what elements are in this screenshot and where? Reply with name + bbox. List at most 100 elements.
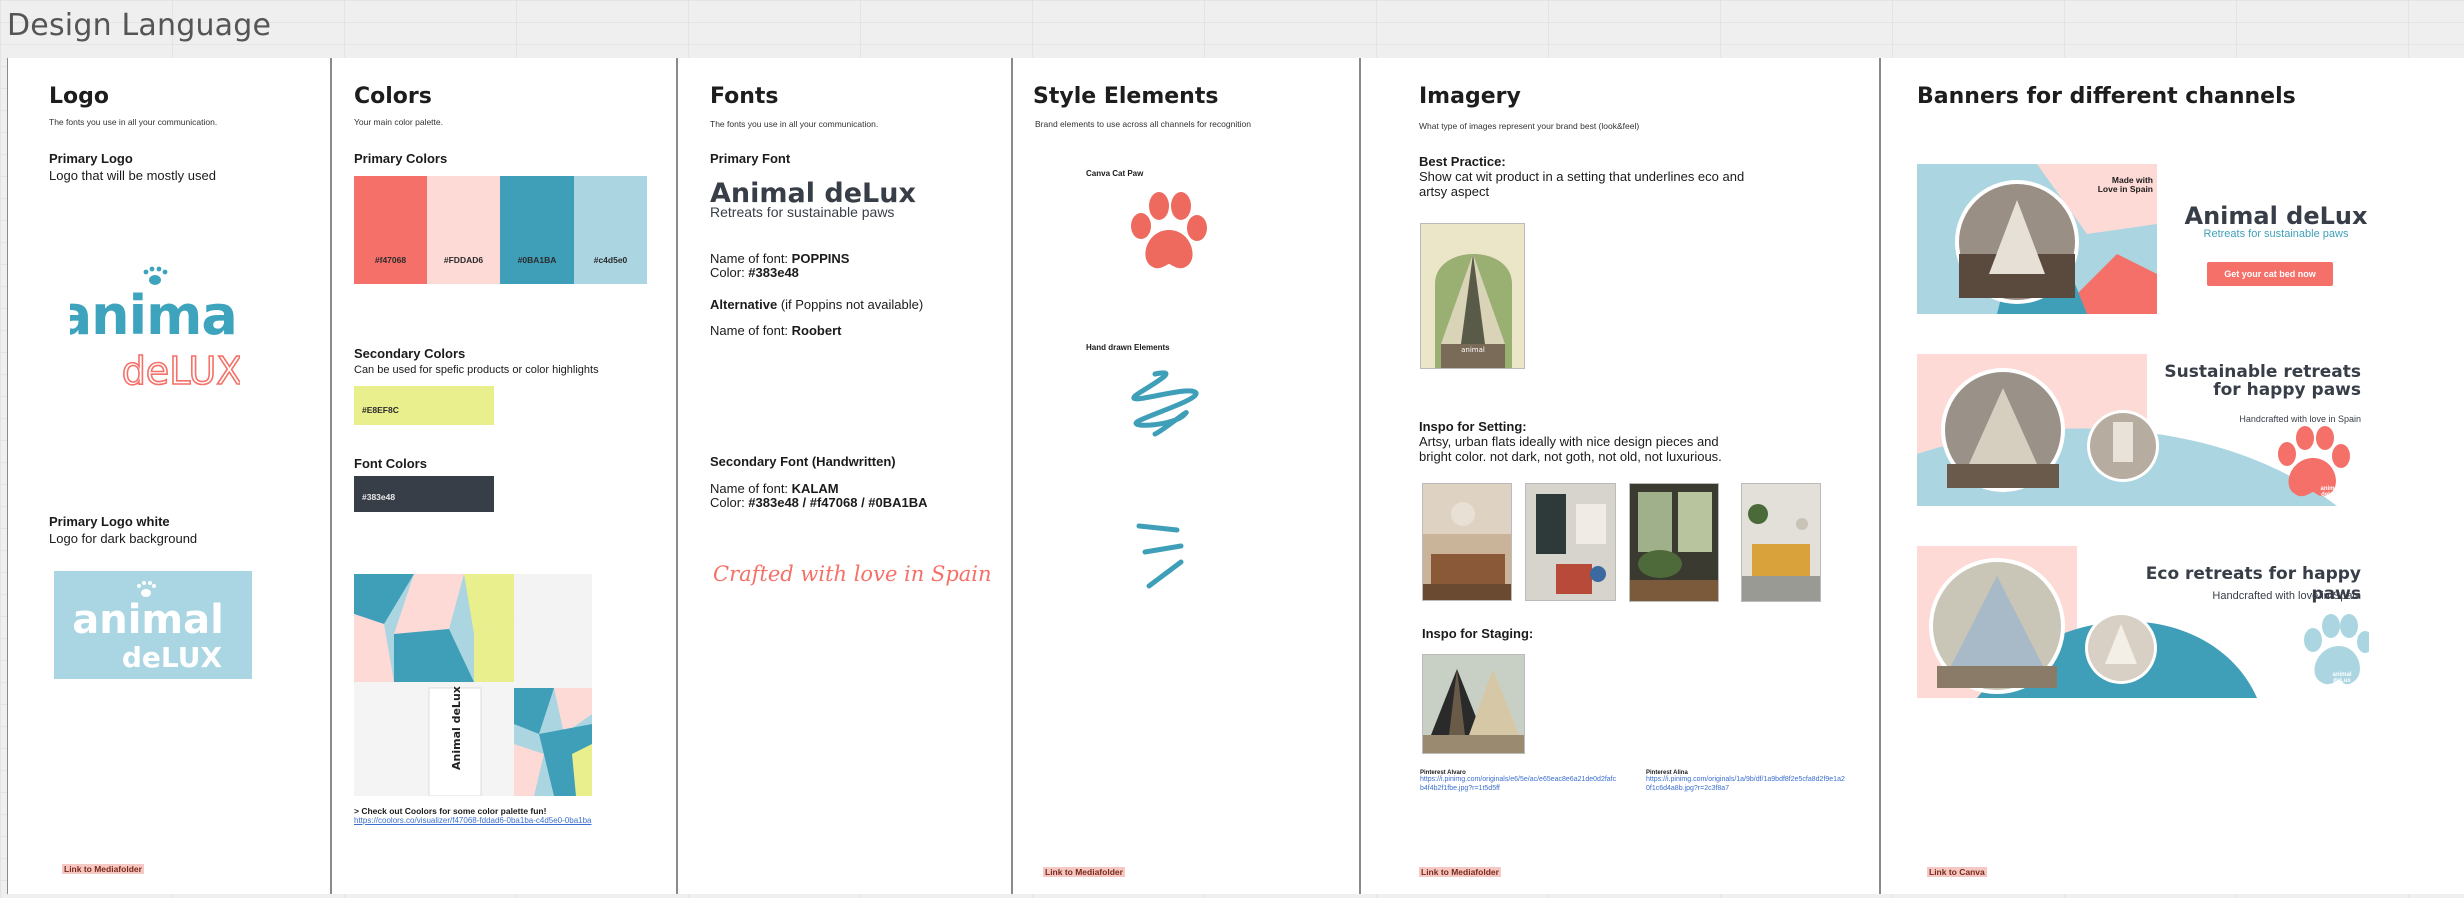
colors-panel[interactable]: Colors Your main color palette. Primary … [331,58,677,894]
pattern-mockups[interactable]: Animal deLux [354,574,592,797]
banners-canva-link[interactable]: Link to Canva [1927,867,1987,877]
setting-heading: Inspo for Setting: [1419,419,1527,434]
staging-photo-image [1423,655,1524,753]
swatch-pink[interactable]: #FDDAD6 [427,176,500,284]
banners-panel[interactable]: Banners for different channels Made with… [1880,58,2464,894]
primary-logo-image: animal deLUX [56,266,255,394]
white-logo-delux: deLUX [122,641,223,674]
banner-2[interactable]: Sustainable retreats for happy paws Hand… [1917,354,2369,506]
style-mediafolder-link[interactable]: Link to Mediafolder [1043,867,1125,877]
banner-3-sub: Handcrafted with love in Spain [2212,590,2361,602]
imagery-subtitle: What type of images represent your brand… [1419,121,1640,131]
imagery-mediafolder-link[interactable]: Link to Mediafolder [1419,867,1501,877]
banner-1-title: Animal deLux [2184,202,2368,230]
banner-3[interactable]: Eco retreats for happy paws Handcrafted … [1917,546,2369,698]
font-colors-heading: Font Colors [354,456,427,471]
staging-photo[interactable] [1422,654,1525,754]
setting-photo-2[interactable] [1525,483,1616,601]
banner-3-badge: animal deLux [2332,672,2352,684]
white-logo-heading: Primary Logo white [49,514,170,529]
cat-paw-icon[interactable] [1121,188,1217,284]
white-logo-animal: animal [72,597,224,643]
colors-subtitle: Your main color palette. [354,117,443,127]
white-logo[interactable]: animal deLUX [54,571,252,679]
paw-label: Canva Cat Paw [1086,169,1144,178]
pattern-mockup-image: Animal deLux [354,574,592,797]
setting-desc: Artsy, urban flats ideally with nice des… [1419,434,1722,464]
logo-mediafolder-link[interactable]: Link to Mediafolder [62,864,144,874]
setting-photo-1[interactable] [1422,483,1512,601]
swatch-teal[interactable]: #0BA1BA [500,176,574,284]
logo-heading: Logo [49,84,109,109]
secondary-colors-heading: Secondary Colors [354,346,466,361]
swatch-dark[interactable]: #383e48 [354,476,494,512]
scribble-icon [1131,370,1199,437]
swatch-coral[interactable]: #f47068 [354,176,427,284]
setting-photo-3[interactable] [1629,483,1719,602]
primary-logo[interactable]: animal deLUX [56,266,255,426]
primary-logo-desc: Logo that will be mostly used [49,168,216,183]
primary-colors-heading: Primary Colors [354,151,448,166]
best-practice-heading: Best Practice: [1419,154,1506,169]
logo-panel[interactable]: Logo The fonts you use in all your commu… [7,58,331,894]
coolors-link[interactable]: https://coolors.co/visualizer/f47068-fdd… [354,816,592,825]
white-logo-desc: Logo for dark background [49,531,198,546]
logo-word-animal: animal [70,284,240,347]
primary-font-color: Color: #383e48 [710,265,799,280]
logo-subtitle: The fonts you use in all your communicat… [49,117,218,127]
banners-heading: Banners for different channels [1917,84,2296,109]
alternative-font-name: Name of font: Roobert [710,323,842,338]
primary-font-heading: Primary Font [710,151,791,166]
swatch-lightblue-label: #c4d5e0 [593,255,628,265]
imagery-panel[interactable]: Imagery What type of images represent yo… [1360,58,1880,894]
tent-photo-image: animal [1421,224,1524,368]
secondary-font-heading: Secondary Font (Handwritten) [710,454,896,469]
setting-photo-4[interactable] [1741,483,1821,602]
swatch-yellow-label: #E8EF8C [362,405,399,415]
secondary-font-color: Color: #383e48 / #f47068 / #0BA1BA [710,495,928,510]
swatch-pink-label: #FDDAD6 [443,255,484,265]
mockup-book-title: Animal deLux [450,686,463,770]
dash-lines-icon [1136,523,1184,589]
pinterest-alina-url[interactable]: https://i.pinimg.com/originals/1a/9b/df/… [1646,776,1846,794]
setting-photo-1-image [1423,484,1511,600]
handwritten-sample: Crafted with love in Spain [713,562,992,586]
font-sample-sub: Retreats for sustainable paws [710,204,895,220]
pinterest-alvaro-url[interactable]: https://i.pinimg.com/originals/e6/5e/ac/… [1420,776,1620,794]
imagery-heading: Imagery [1419,84,1521,109]
white-logo-image: animal deLUX [72,581,224,674]
setting-photo-3-image [1630,484,1718,601]
swatch-teal-label: #0BA1BA [517,255,557,265]
banner-2-badge: animal deLux [2320,486,2340,498]
banner-2-title: Sustainable retreats for happy paws [2164,362,2361,400]
best-practice-desc: Show cat wit product in a setting that u… [1419,169,1745,199]
swatch-lightblue[interactable]: #c4d5e0 [574,176,647,284]
banner-1-sub: Retreats for sustainable paws [2203,228,2349,240]
fonts-panel[interactable]: Fonts The fonts you use in all your comm… [677,58,1012,894]
style-heading: Style Elements [1033,84,1219,109]
coolors-note: > Check out Coolors for some color palet… [354,806,547,816]
primary-logo-heading: Primary Logo [49,151,133,166]
banner-2-sub: Handcrafted with love in Spain [2239,414,2361,424]
swatch-dark-label: #383e48 [362,492,396,502]
style-panel[interactable]: Style Elements Brand elements to use acr… [1012,58,1360,894]
fonts-subtitle: The fonts you use in all your communicat… [710,119,879,129]
swatch-yellow[interactable]: #E8EF8C [354,386,494,425]
board-title: Design Language [7,8,272,43]
banner-1[interactable]: Made with Love in Spain Animal deLux Ret… [1917,164,2369,314]
fonts-heading: Fonts [710,84,779,109]
colors-heading: Colors [354,84,432,109]
photo-caption: animal [1461,346,1485,354]
best-practice-photo[interactable]: animal [1420,223,1525,369]
banner-1-cta-button[interactable]: Get your cat bed now [2207,262,2333,286]
alternative-font: Alternative (if Poppins not available) [710,297,924,312]
logo-word-delux: deLUX [122,349,240,393]
pinterest-alina[interactable]: Pinterest Alina https://i.pinimg.com/ori… [1646,770,1846,794]
setting-photo-4-image [1742,484,1820,601]
pinterest-alvaro[interactable]: Pinterest Alvaro https://i.pinimg.com/or… [1420,770,1620,794]
secondary-colors-desc: Can be used for spefic products or color… [354,364,599,376]
setting-photo-2-image [1526,484,1615,600]
swatch-coral-label: #f47068 [374,255,407,265]
style-subtitle: Brand elements to use across all channel… [1035,119,1251,129]
banner-1-tag: Made with Love in Spain [2097,175,2153,195]
